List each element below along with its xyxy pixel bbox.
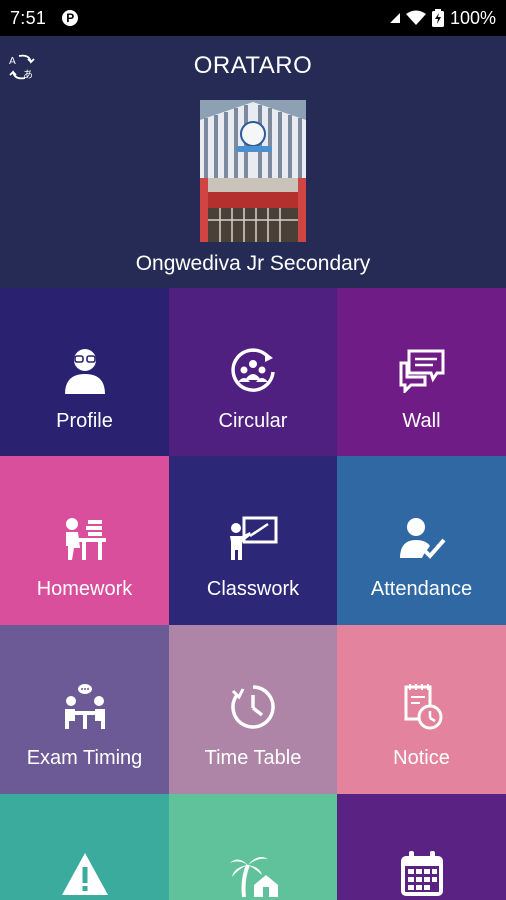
exam-table-icon <box>57 679 113 735</box>
tile-wall[interactable]: Wall <box>337 288 506 456</box>
battery-icon <box>431 9 444 27</box>
holiday-palm-icon <box>225 848 281 900</box>
tile-circular[interactable]: Circular <box>169 288 337 456</box>
app-title: ORATARO <box>193 52 313 79</box>
tile-label: Homework <box>36 578 133 600</box>
school-building-photo <box>200 100 306 242</box>
tile-attendance[interactable]: Attendance <box>337 456 506 625</box>
tile-alert[interactable] <box>0 794 169 900</box>
warning-icon <box>57 848 113 900</box>
tile-label: Circular <box>218 410 288 432</box>
school-name: Ongwediva Jr Secondary <box>135 252 371 275</box>
tile-classwork[interactable]: Classwork <box>169 456 337 625</box>
group-cycle-icon <box>225 342 281 398</box>
chat-bubbles-icon <box>394 342 450 398</box>
tile-time-table[interactable]: Time Table <box>169 625 337 794</box>
clock-icon <box>225 679 281 735</box>
calendar-icon <box>394 848 450 900</box>
notepad-clock-icon <box>394 679 450 735</box>
tile-profile[interactable]: Profile <box>0 288 169 456</box>
tile-notice[interactable]: Notice <box>337 625 506 794</box>
school-header: A あ ORATARO Ongwediva Jr Secondary <box>0 36 506 288</box>
tile-label: Exam Timing <box>26 747 143 769</box>
battery-percent: 100% <box>449 7 496 28</box>
parking-notification-icon: P <box>62 10 79 26</box>
tile-homework[interactable]: Homework <box>0 456 169 625</box>
wifi-icon <box>405 10 426 25</box>
menu-grid: Profile Circular Wall Homework Classwork… <box>0 288 506 900</box>
tile-label: Wall <box>402 410 441 432</box>
tile-label: Time Table <box>204 747 302 769</box>
status-icons: 100% <box>389 7 496 29</box>
tile-label: Attendance <box>370 578 473 600</box>
tile-calendar[interactable] <box>337 794 506 900</box>
user-check-icon <box>394 510 450 566</box>
status-time: 7:51 <box>10 7 47 28</box>
status-bar: 7:51 P 100% <box>0 0 506 36</box>
signal-icon <box>389 13 400 23</box>
tile-label: Notice <box>393 747 450 769</box>
person-avatar-icon <box>57 342 113 398</box>
tile-label: Profile <box>56 410 113 432</box>
tile-exam-timing[interactable]: Exam Timing <box>0 625 169 794</box>
tile-holiday[interactable] <box>169 794 337 900</box>
tile-label: Classwork <box>206 578 300 600</box>
student-desk-icon <box>57 510 113 566</box>
teacher-board-icon <box>225 510 281 566</box>
